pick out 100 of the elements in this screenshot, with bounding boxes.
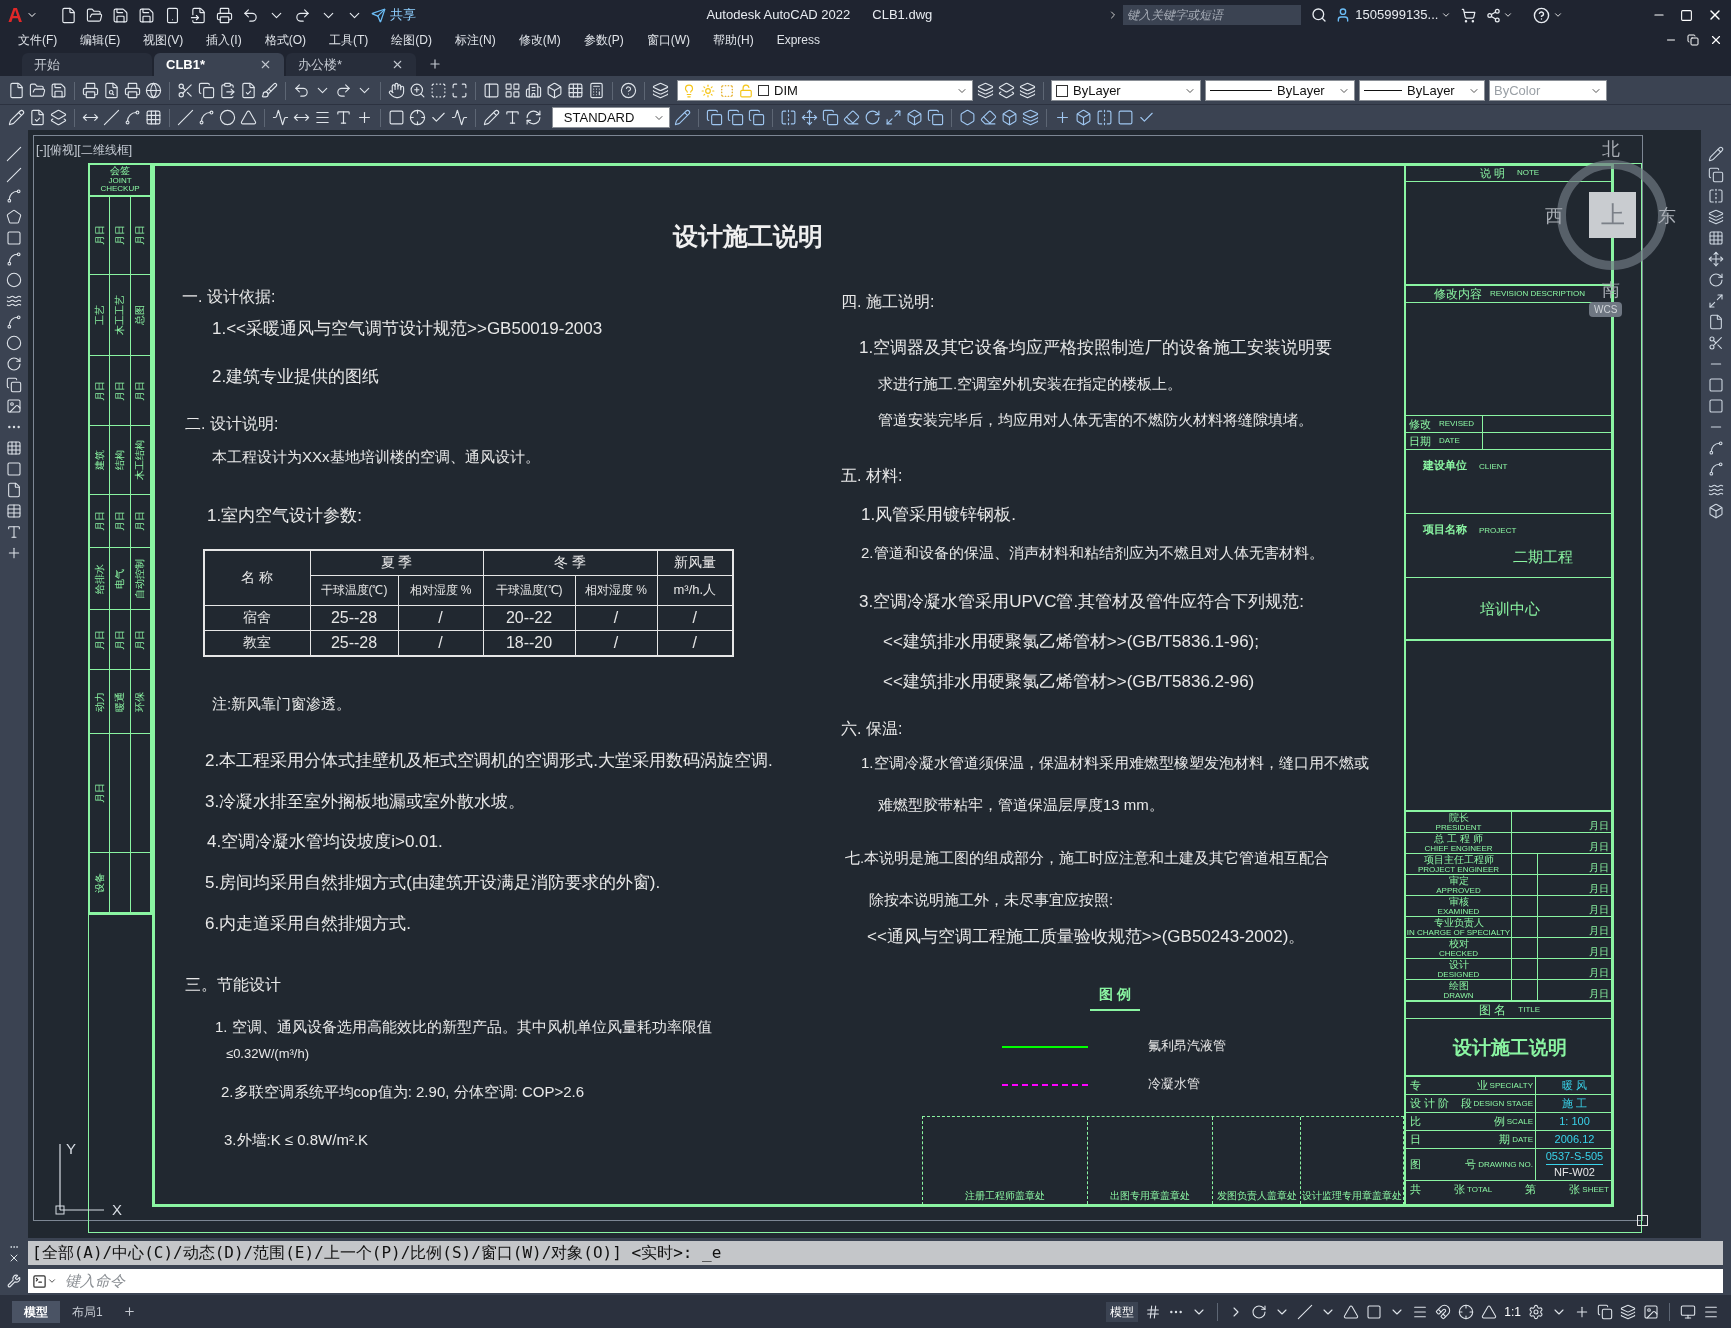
printer-icon[interactable] — [82, 82, 99, 99]
line-icon[interactable] — [6, 146, 22, 162]
box-icon[interactable] — [1001, 109, 1018, 126]
pencil-icon[interactable] — [8, 109, 25, 126]
pencil-icon[interactable] — [1708, 146, 1724, 162]
refresh-icon[interactable] — [525, 109, 542, 126]
menu-item[interactable]: 修改(M) — [518, 31, 561, 49]
file-icon[interactable] — [6, 482, 22, 498]
box-icon[interactable] — [1708, 503, 1724, 519]
grid-icon[interactable] — [567, 82, 584, 99]
triangle-icon[interactable] — [1481, 1303, 1498, 1320]
file-search-icon[interactable] — [103, 82, 120, 99]
curve-icon[interactable] — [1708, 461, 1724, 477]
menu-item[interactable]: 参数(P) — [583, 31, 624, 49]
file-tab[interactable]: CLB1* — [154, 53, 284, 76]
layers-icon[interactable] — [652, 82, 669, 99]
globe-icon[interactable] — [145, 82, 162, 99]
menu-item[interactable]: 绘图(D) — [391, 31, 432, 49]
ellipse-icon[interactable] — [6, 335, 22, 351]
copy-icon[interactable] — [706, 109, 723, 126]
move-icon[interactable] — [1708, 251, 1724, 267]
plus-icon[interactable] — [356, 109, 373, 126]
pulse-icon[interactable] — [451, 109, 468, 126]
square-icon[interactable] — [1366, 1303, 1383, 1320]
rotate-icon[interactable] — [1708, 272, 1724, 288]
rotate-icon[interactable] — [864, 109, 881, 126]
redo-icon[interactable] — [335, 82, 352, 99]
square-icon[interactable] — [1708, 377, 1724, 393]
plus-icon[interactable] — [1054, 109, 1071, 126]
menu-item[interactable]: 文件(F) — [18, 31, 58, 49]
printer-icon[interactable] — [216, 6, 234, 24]
text-icon[interactable] — [504, 109, 521, 126]
user-name[interactable]: 1505999135... — [1355, 5, 1439, 25]
curve-icon[interactable] — [6, 188, 22, 204]
layer-dropdown[interactable]: DIM — [677, 80, 973, 101]
color-dropdown[interactable]: ByLayer — [1051, 80, 1201, 101]
menu-item[interactable]: 编辑(E) — [80, 31, 121, 49]
wave-icon[interactable] — [6, 293, 22, 309]
slash-icon[interactable] — [103, 109, 120, 126]
hatch-icon[interactable] — [6, 440, 22, 456]
restore-icon[interactable] — [1687, 34, 1699, 46]
pencil-icon[interactable] — [483, 109, 500, 126]
curve-icon[interactable] — [1708, 440, 1724, 456]
layout-tab[interactable]: 模型 — [12, 1300, 60, 1323]
close-icon[interactable] — [391, 58, 404, 71]
hand-icon[interactable] — [388, 82, 405, 99]
menu-item[interactable]: 标注(N) — [455, 31, 496, 49]
lineweight-dropdown[interactable]: ByLayer — [1359, 80, 1485, 101]
square-icon[interactable] — [388, 109, 405, 126]
menu-item[interactable]: 帮助(H) — [713, 31, 754, 49]
magnet-icon[interactable] — [1435, 1303, 1452, 1320]
image-icon[interactable] — [6, 398, 22, 414]
file-tab[interactable]: 开始 — [22, 53, 152, 76]
eraser-icon[interactable] — [980, 109, 997, 126]
close-icon[interactable] — [259, 58, 272, 71]
layers-icon[interactable] — [1620, 1303, 1636, 1320]
file-icon[interactable] — [60, 6, 78, 24]
help-icon[interactable] — [1533, 6, 1551, 24]
zoom-icon[interactable] — [409, 82, 426, 99]
layers-icon[interactable] — [998, 82, 1015, 99]
dashed-square-icon[interactable] — [430, 82, 447, 99]
file-input-icon[interactable] — [190, 6, 208, 24]
menu-item[interactable]: 插入(I) — [206, 31, 242, 49]
undo-icon[interactable] — [242, 6, 260, 24]
move-icon[interactable] — [801, 109, 818, 126]
eraser-icon[interactable] — [843, 109, 860, 126]
copy-icon[interactable] — [727, 109, 744, 126]
crosshair-icon[interactable] — [1458, 1303, 1475, 1320]
monitor-icon[interactable] — [1680, 1303, 1696, 1320]
menu-item[interactable]: 窗口(W) — [646, 31, 690, 49]
linetype-dropdown[interactable]: ByLayer — [1205, 80, 1355, 101]
table-icon[interactable] — [6, 503, 22, 519]
mirror-icon[interactable] — [1708, 188, 1724, 204]
folder-icon[interactable] — [29, 82, 46, 99]
new-tab-icon[interactable] — [428, 57, 442, 71]
file-check-icon[interactable] — [240, 82, 257, 99]
grid-icon[interactable] — [1145, 1303, 1162, 1320]
layers-icon[interactable] — [1022, 109, 1039, 126]
menu-item[interactable]: 工具(T) — [329, 31, 369, 49]
text-icon[interactable] — [6, 524, 22, 540]
building-icon[interactable] — [525, 82, 542, 99]
network-icon[interactable] — [1486, 7, 1502, 23]
crosshair-icon[interactable] — [409, 109, 426, 126]
save-icon[interactable] — [138, 6, 156, 24]
triangle-icon[interactable] — [1343, 1303, 1360, 1320]
file-check-icon[interactable] — [29, 109, 46, 126]
text-icon[interactable] — [335, 109, 352, 126]
panel-icon[interactable] — [483, 82, 500, 99]
grid-icon[interactable] — [145, 109, 162, 126]
grid-icon[interactable] — [504, 82, 521, 99]
close-icon[interactable] — [1709, 33, 1723, 47]
scale-icon[interactable] — [885, 109, 902, 126]
search-icon[interactable] — [1311, 7, 1328, 23]
mirror-icon[interactable] — [1096, 109, 1113, 126]
layers-icon[interactable] — [1708, 209, 1724, 225]
share-button[interactable]: 共享 — [371, 5, 417, 25]
cart-icon[interactable] — [1461, 7, 1477, 23]
mirror-icon[interactable] — [780, 109, 797, 126]
circle-icon[interactable] — [6, 272, 22, 288]
new-layout-icon[interactable] — [122, 1305, 136, 1318]
